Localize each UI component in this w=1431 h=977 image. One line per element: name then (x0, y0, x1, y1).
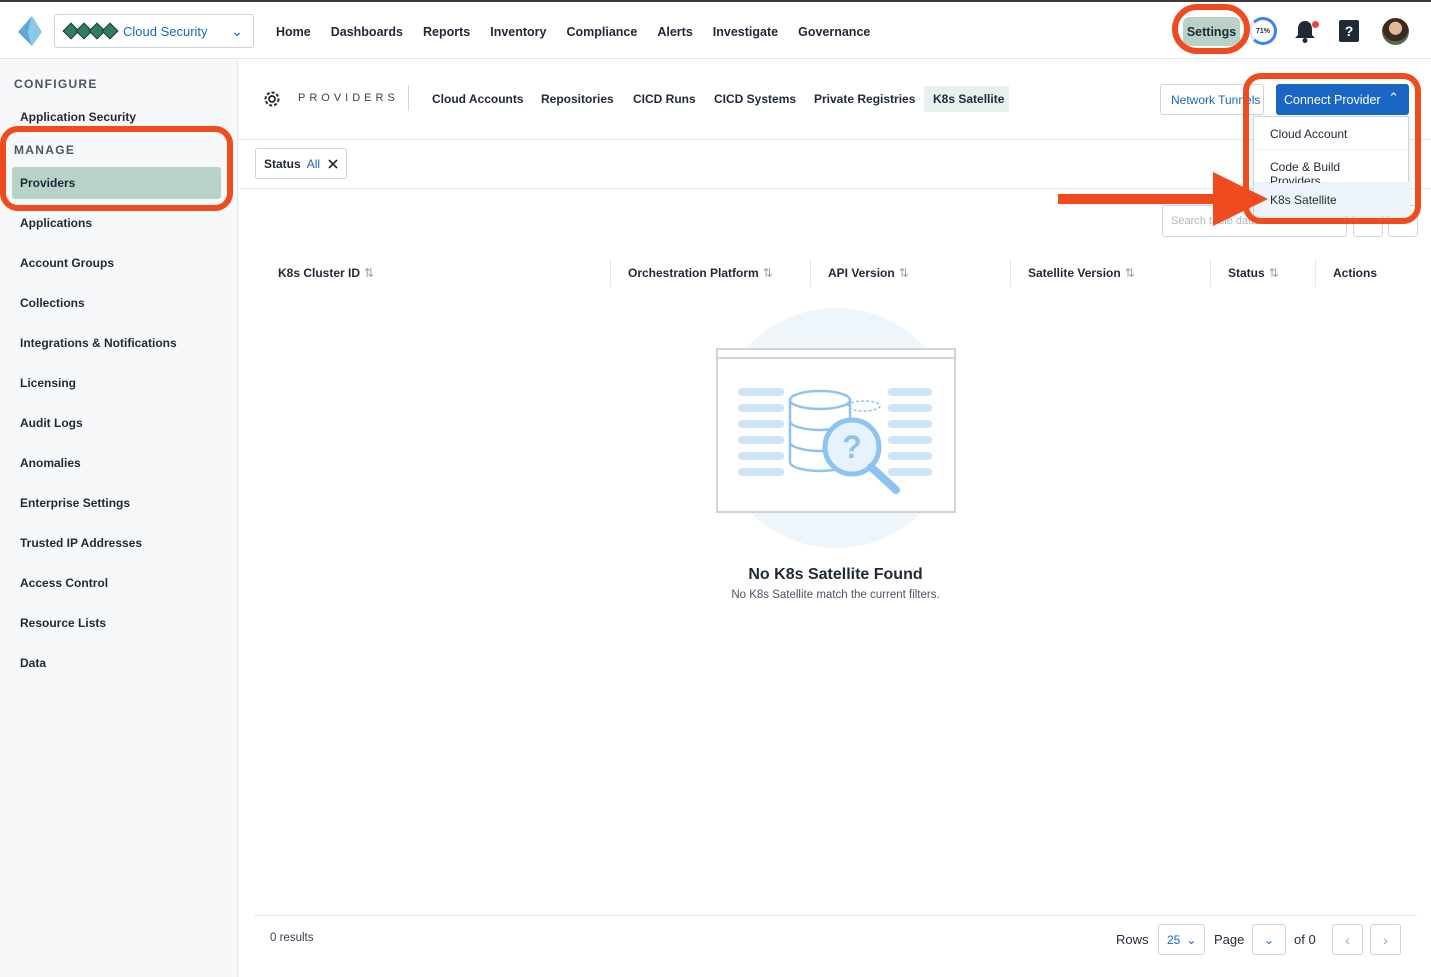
gear-icon (264, 91, 280, 107)
chevron-right-icon: › (1383, 931, 1388, 948)
tenant-selector[interactable]: Cloud Security ⌄ (54, 14, 254, 48)
footer-divider (254, 915, 1417, 916)
column-header-actions: Actions (1333, 266, 1378, 280)
page-select[interactable]: ⌄ (1252, 924, 1286, 955)
nav-home[interactable]: Home (276, 25, 311, 39)
rows-per-page-value: 25 (1167, 932, 1181, 947)
sidebar: CONFIGURE Application Security MANAGE Pr… (0, 59, 238, 977)
main-nav: Home Dashboards Reports Inventory Compli… (266, 2, 880, 61)
column-separator (810, 259, 811, 287)
column-header-orchestration[interactable]: Orchestration Platform ⇅ (628, 266, 773, 280)
sidebar-item-applications[interactable]: Applications (20, 216, 92, 230)
chevron-down-icon: ⌄ (1263, 932, 1275, 947)
sidebar-item-licensing[interactable]: Licensing (20, 376, 76, 390)
tab-cicd-systems[interactable]: CICD Systems (714, 92, 796, 106)
sort-icon: ⇅ (364, 266, 375, 280)
sort-icon: ⇅ (762, 266, 773, 280)
sidebar-item-integrations[interactable]: Integrations & Notifications (20, 336, 177, 350)
sidebar-item-trusted-ip[interactable]: Trusted IP Addresses (20, 536, 142, 550)
rows-label: Rows (1116, 932, 1149, 947)
sidebar-item-application-security[interactable]: Application Security (20, 110, 136, 124)
database-search-icon: ? (718, 357, 954, 494)
annotation-arrow-icon (1058, 172, 1268, 226)
previous-page-button[interactable]: ‹ (1332, 924, 1363, 955)
empty-state-subtitle: No K8s Satellite match the current filte… (731, 589, 940, 601)
sidebar-item-data[interactable]: Data (20, 656, 46, 670)
sidebar-heading-configure: CONFIGURE (14, 77, 98, 91)
page-count: of 0 (1294, 932, 1316, 947)
column-header-status[interactable]: Status ⇅ (1228, 266, 1279, 280)
tab-cicd-runs[interactable]: CICD Runs (633, 92, 696, 106)
column-separator (1315, 259, 1316, 287)
nav-inventory[interactable]: Inventory (490, 25, 546, 39)
svg-text:?: ? (842, 429, 862, 465)
avatar[interactable] (1382, 18, 1409, 45)
close-icon[interactable] (328, 158, 338, 169)
sidebar-item-collections[interactable]: Collections (20, 296, 85, 310)
sidebar-item-account-groups[interactable]: Account Groups (20, 256, 114, 270)
notification-dot (1312, 21, 1319, 28)
tab-repositories[interactable]: Repositories (541, 92, 614, 106)
status-filter-chip[interactable]: Status All (255, 148, 347, 179)
page-label: Page (1214, 932, 1245, 947)
next-page-button[interactable]: › (1370, 924, 1401, 955)
providers-highlight-ring (0, 126, 233, 211)
divider (408, 85, 409, 111)
column-header-cluster-id[interactable]: K8s Cluster ID ⇅ (278, 266, 374, 280)
sidebar-item-access-control[interactable]: Access Control (20, 576, 108, 590)
rows-per-page-select[interactable]: 25 ⌄ (1158, 924, 1205, 955)
tenant-logo-icon (62, 22, 119, 40)
tab-cloud-accounts[interactable]: Cloud Accounts (432, 92, 524, 106)
sidebar-item-resource-lists[interactable]: Resource Lists (20, 616, 106, 630)
tab-k8s-satellite[interactable]: K8s Satellite (933, 92, 1004, 106)
help-icon[interactable]: ? (1339, 20, 1359, 42)
empty-state-title: No K8s Satellite Found (748, 566, 923, 583)
nav-dashboards[interactable]: Dashboards (331, 25, 403, 39)
sort-icon: ⇅ (898, 266, 909, 280)
tenant-name: Cloud Security (123, 23, 208, 39)
nav-alerts[interactable]: Alerts (657, 25, 692, 39)
column-separator (1210, 259, 1211, 287)
settings-highlight-ring (1172, 4, 1250, 54)
empty-illustration: ? (716, 348, 956, 513)
results-count: 0 results (270, 932, 314, 944)
section-label: PROVIDERS (298, 92, 399, 104)
nav-governance[interactable]: Governance (798, 25, 870, 39)
filter-key: Status (264, 156, 301, 171)
chevron-down-icon: ⌄ (231, 23, 243, 39)
chevron-down-icon: ⌄ (1186, 932, 1197, 947)
column-header-api-version[interactable]: API Version ⇅ (828, 266, 909, 280)
sidebar-item-enterprise-settings[interactable]: Enterprise Settings (20, 496, 130, 510)
tab-private-registries[interactable]: Private Registries (814, 92, 915, 106)
nav-compliance[interactable]: Compliance (566, 25, 637, 39)
nav-investigate[interactable]: Investigate (713, 25, 778, 39)
column-separator (1010, 259, 1011, 287)
sort-icon: ⇅ (1268, 266, 1279, 280)
column-separator (610, 259, 611, 287)
chevron-left-icon: ‹ (1345, 931, 1350, 948)
connect-provider-highlight-ring (1243, 73, 1421, 224)
sidebar-item-audit-logs[interactable]: Audit Logs (20, 416, 83, 430)
nav-reports[interactable]: Reports (423, 25, 470, 39)
filter-value: All (306, 156, 321, 171)
progress-gauge[interactable]: 71% (1249, 17, 1277, 45)
app-logo-icon[interactable] (18, 16, 42, 46)
sidebar-item-anomalies[interactable]: Anomalies (20, 456, 81, 470)
column-header-satellite-version[interactable]: Satellite Version ⇅ (1028, 266, 1135, 280)
sort-icon: ⇅ (1124, 266, 1135, 280)
